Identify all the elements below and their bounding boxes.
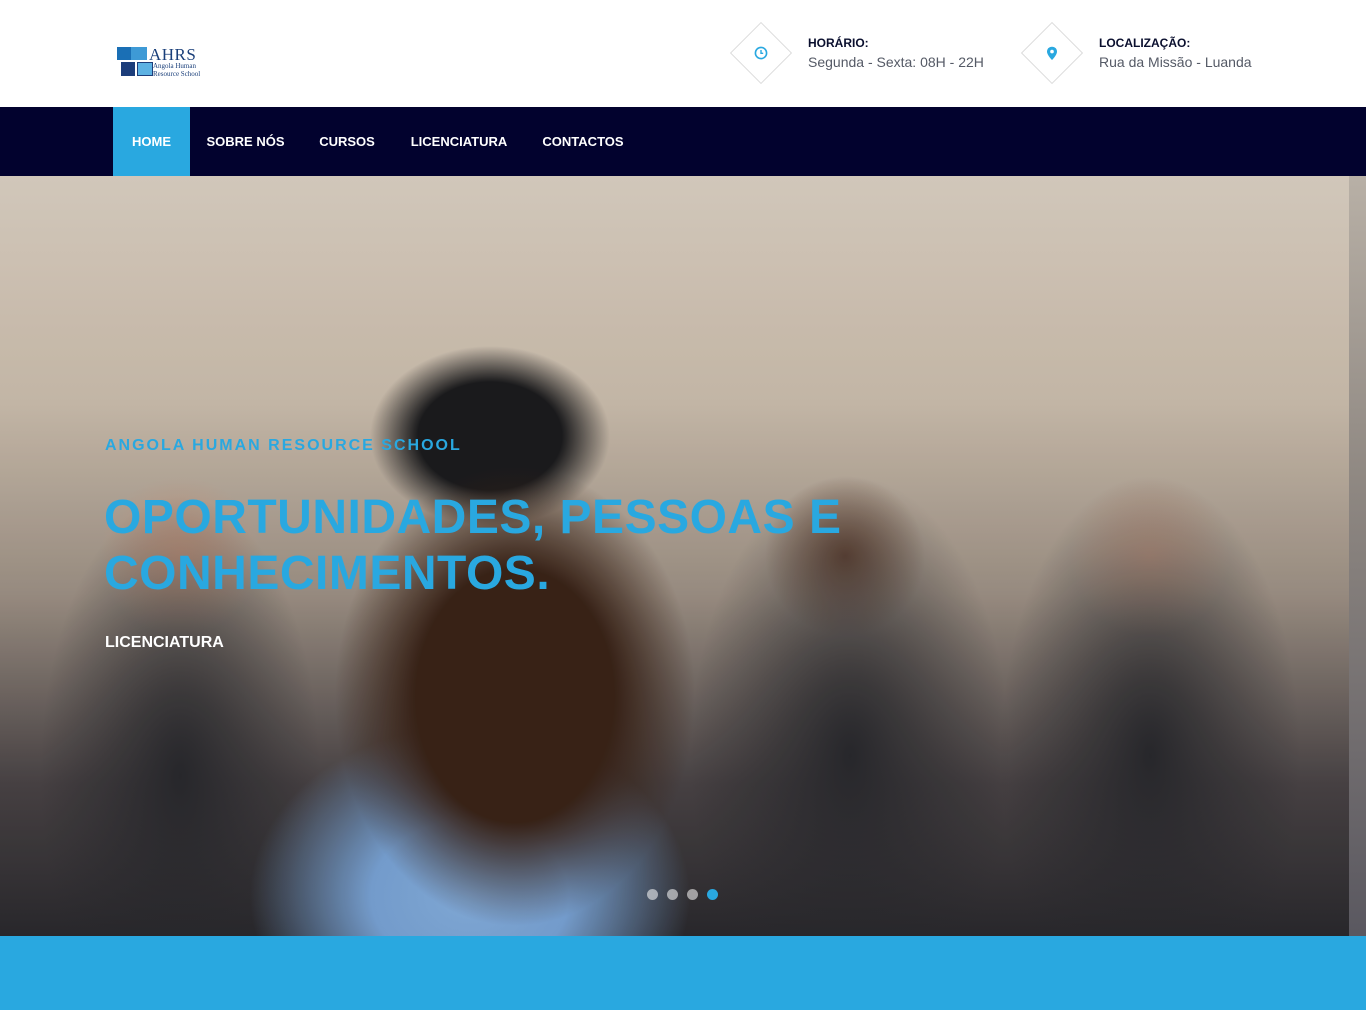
nav-item-sobre-nos[interactable]: SOBRE NÓS bbox=[190, 107, 301, 176]
section-band bbox=[0, 936, 1366, 1010]
logo-square bbox=[131, 47, 147, 60]
logo-square bbox=[117, 47, 131, 60]
nav-item-cursos[interactable]: CURSOS bbox=[301, 107, 393, 176]
hero-title: OPORTUNIDADES, PESSOAS E CONHECIMENTOS. bbox=[104, 491, 842, 600]
clock-icon bbox=[748, 40, 774, 66]
location-value: Rua da Missão - Luanda bbox=[1099, 54, 1252, 70]
logo-square bbox=[121, 62, 135, 76]
nav-item-contactos[interactable]: CONTACTOS bbox=[525, 107, 641, 176]
opening-hours: HORÁRIO: Segunda - Sexta: 08H - 22H bbox=[729, 21, 1000, 85]
hero-cta-link[interactable]: LICENCIATURA bbox=[105, 634, 224, 652]
hours-label: HORÁRIO: bbox=[808, 36, 869, 50]
hero-kicker: ANGOLA HUMAN RESOURCE SCHOOL bbox=[105, 437, 462, 454]
nav-item-licenciatura[interactable]: LICENCIATURA bbox=[393, 107, 525, 176]
next-slide-preview bbox=[1349, 176, 1366, 936]
slider-dot-active[interactable] bbox=[707, 889, 718, 900]
nav-item-home[interactable]: HOME bbox=[113, 107, 190, 176]
logo[interactable]: AHRS Angola Human Resource School bbox=[117, 45, 207, 79]
top-header: AHRS Angola Human Resource School HORÁRI… bbox=[0, 0, 1366, 107]
slider-dot[interactable] bbox=[667, 889, 678, 900]
hours-value: Segunda - Sexta: 08H - 22H bbox=[808, 54, 984, 70]
main-nav: HOME SOBRE NÓS CURSOS LICENCIATURA CONTA… bbox=[0, 107, 1366, 176]
location-info: LOCALIZAÇÃO: Rua da Missão - Luanda bbox=[1020, 21, 1271, 85]
hero-slider: ANGOLA HUMAN RESOURCE SCHOOL OPORTUNIDAD… bbox=[0, 176, 1349, 936]
slider-dot[interactable] bbox=[687, 889, 698, 900]
map-pin-icon bbox=[1039, 40, 1065, 66]
location-label: LOCALIZAÇÃO: bbox=[1099, 36, 1191, 50]
slider-dot[interactable] bbox=[647, 889, 658, 900]
logo-subtitle: Angola Human Resource School bbox=[153, 62, 201, 78]
